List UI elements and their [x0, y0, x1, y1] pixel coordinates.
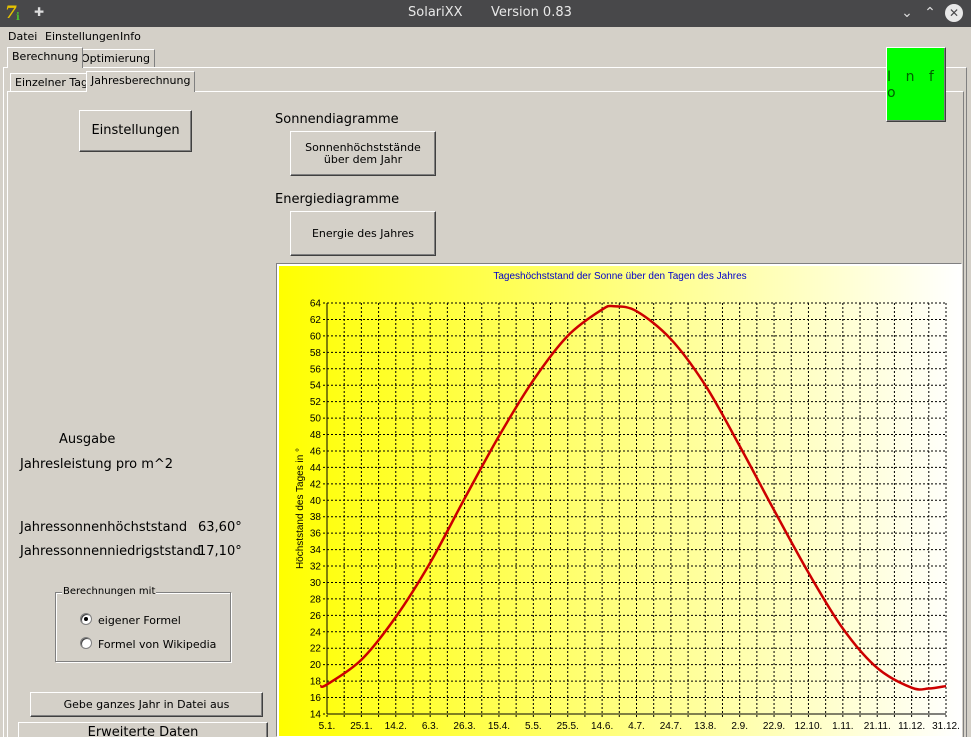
tab-berechnung[interactable]: Berechnung	[7, 47, 84, 68]
y-tick-label: 34	[310, 545, 322, 556]
y-tick-label: 16	[310, 693, 322, 704]
y-tick-label: 64	[310, 299, 322, 310]
chart-background	[279, 266, 961, 736]
y-tick-label: 26	[310, 611, 322, 622]
y-tick-label: 52	[310, 397, 322, 408]
x-tick-label: 2.9.	[731, 721, 748, 732]
x-tick-label: 12.10.	[795, 721, 823, 732]
radio-own-formula-label[interactable]: eigener Formel	[98, 614, 181, 627]
x-tick-label: 25.5.	[557, 721, 579, 732]
x-tick-label: 5.5.	[525, 721, 542, 732]
radio-wikipedia-formula[interactable]	[80, 637, 92, 649]
x-tick-label: 31.12.	[932, 721, 960, 732]
y-tick-label: 32	[310, 562, 322, 573]
x-tick-label: 14.6.	[591, 721, 613, 732]
y-tick-label: 42	[310, 479, 322, 490]
radio-wikipedia-formula-label[interactable]: Formel von Wikipedia	[98, 638, 216, 651]
y-tick-label: 38	[310, 512, 322, 523]
y-tick-label: 56	[310, 364, 322, 375]
sun-height-chart: Tageshöchststand der Sonne über den Tage…	[276, 263, 962, 737]
close-icon[interactable]: ✕	[945, 4, 963, 22]
chart-svg: Tageshöchststand der Sonne über den Tage…	[279, 266, 961, 736]
x-tick-label: 11.12.	[898, 721, 925, 732]
year-min-value: 17,10°	[198, 544, 242, 559]
y-tick-label: 40	[310, 496, 322, 507]
chevron-down-icon[interactable]: ⌄	[898, 4, 916, 22]
y-tick-label: 54	[310, 381, 322, 392]
y-tick-label: 50	[310, 414, 322, 425]
tab-jahresberechnung[interactable]: Jahresberechnung	[86, 71, 196, 92]
sun-diagrams-heading: Sonnendiagramme	[275, 112, 399, 127]
group-legend: Berechnungen mit	[62, 586, 157, 597]
y-tick-label: 62	[310, 315, 322, 326]
x-tick-label: 4.7.	[628, 721, 645, 732]
title-bar: 7i ✚ SolariXX Version 0.83 ⌄ ⌃ ✕	[0, 0, 971, 27]
x-tick-label: 21.11.	[864, 721, 891, 732]
x-tick-label: 15.4.	[488, 721, 510, 732]
y-tick-label: 28	[310, 594, 322, 605]
tab-optimierung[interactable]: Optimierung	[76, 49, 155, 68]
year-min-label: Jahressonnenniedrigststand	[20, 544, 201, 559]
y-tick-label: 36	[310, 529, 322, 540]
menu-settings[interactable]: Einstellungen	[45, 30, 120, 43]
y-tick-label: 30	[310, 578, 322, 589]
radio-own-formula[interactable]	[80, 613, 92, 625]
yearly-output-label: Jahresleistung pro m^2	[20, 457, 174, 472]
x-tick-label: 13.8.	[694, 721, 716, 732]
y-tick-label: 18	[310, 677, 322, 688]
info-button[interactable]: I n f o	[886, 47, 946, 122]
x-tick-label: 25.1.	[350, 721, 372, 732]
year-max-value: 63,60°	[198, 520, 242, 535]
y-tick-label: 46	[310, 446, 322, 457]
year-energy-button[interactable]: Energie des Jahres	[290, 211, 436, 256]
x-tick-label: 22.9.	[763, 721, 785, 732]
menu-file[interactable]: Datei	[8, 30, 37, 43]
x-tick-label: 14.2.	[385, 721, 407, 732]
pin-icon[interactable]: ✚	[34, 5, 44, 19]
x-tick-label: 1.11.	[832, 721, 854, 732]
y-tick-label: 20	[310, 660, 322, 671]
year-max-label: Jahressonnenhöchststand	[20, 520, 188, 535]
y-tick-label: 24	[310, 627, 322, 638]
x-tick-label: 26.3.	[453, 721, 475, 732]
calculation-method-group: Berechnungen mit eigener Formel Formel v…	[55, 586, 231, 662]
window-title: SolariXX	[408, 5, 463, 20]
x-tick-label: 24.7.	[660, 721, 682, 732]
x-tick-label: 6.3.	[422, 721, 439, 732]
extended-data-button[interactable]: Erweiterte Daten	[18, 722, 268, 737]
y-tick-label: 58	[310, 348, 322, 359]
y-tick-label: 22	[310, 644, 322, 655]
y-tick-label: 14	[310, 710, 322, 721]
y-tick-label: 60	[310, 331, 322, 342]
app-logo-icon: 7i	[5, 3, 20, 23]
sun-heights-button[interactable]: Sonnenhöchststände über dem Jahr	[290, 131, 436, 176]
chart-title: Tageshöchststand der Sonne über den Tage…	[493, 271, 746, 282]
output-heading: Ausgabe	[59, 432, 116, 447]
tab-einzelner-tag[interactable]: Einzelner Tag	[10, 73, 93, 92]
export-year-button[interactable]: Gebe ganzes Jahr in Datei aus	[30, 692, 263, 717]
energy-diagrams-heading: Energiediagramme	[275, 192, 400, 207]
version-label: Version 0.83	[491, 5, 572, 20]
chevron-up-icon[interactable]: ⌃	[921, 4, 939, 22]
y-tick-label: 44	[310, 463, 322, 474]
y-axis-label: Höchststand des Tages in °	[295, 448, 306, 569]
x-tick-label: 5.1.	[319, 721, 336, 732]
menu-info[interactable]: Info	[120, 30, 141, 43]
y-tick-label: 48	[310, 430, 322, 441]
settings-button[interactable]: Einstellungen	[79, 110, 192, 152]
